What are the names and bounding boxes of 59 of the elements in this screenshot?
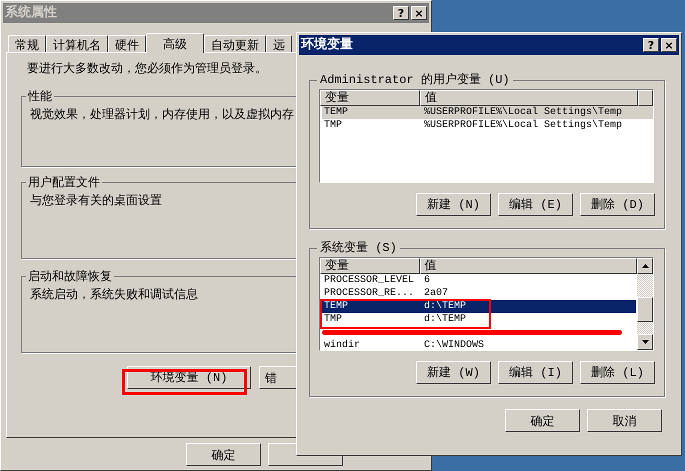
ok-button[interactable]: 确定 [505,409,580,432]
scroll-up-icon[interactable] [637,258,653,274]
admin-notice: 要进行大多数改动，您必须作为管理员登录。 [27,60,268,77]
tab[interactable]: 自动更新 [204,35,266,52]
button[interactable]: 新建 (N) [416,193,491,216]
tab[interactable]: 远 [266,35,292,52]
button[interactable]: 删除 (L) [580,361,655,384]
column-header[interactable]: 值 [420,90,638,106]
column-header[interactable]: 值 [420,258,637,274]
variable-name: TMP [324,120,342,130]
button[interactable]: 删除 (D) [580,193,655,216]
variable-name: TMP [324,314,342,324]
variable-name: PROCESSOR_LEVEL [324,276,414,286]
group-title: 启动和故障恢复 [27,268,113,285]
cancel-button[interactable]: 取消 [587,409,662,432]
group-title: 系统变量 (S) [319,240,398,257]
variable-row[interactable]: PROCESSOR_RE... 2a07 [322,287,636,300]
variable-row[interactable]: TEMP %USERPROFILE%\Local Settings\Temp [322,106,653,119]
variable-row[interactable]: PROCESSOR_LEVEL 6 [322,274,636,287]
group-title: 性能 [26,88,53,105]
scroll-thumb[interactable] [637,297,653,322]
close-button[interactable]: × [411,6,427,20]
group-description: 视觉效果，处理器计划，内存使用，以及虚拟内存 [30,106,294,123]
window-title: 环境变量 [301,36,353,54]
button[interactable]: 编辑 (I) [498,361,573,384]
variable-value: 2a07 [423,288,448,298]
variable-name: PROCESSOR_RE... [324,288,414,298]
variable-name: TEMP [324,302,348,312]
variable-row[interactable]: TMP %USERPROFILE%\Local Settings\Temp [322,119,653,132]
variable-name: windir [324,340,360,350]
button[interactable]: 新建 (W) [416,361,491,384]
variable-value: 6 [423,276,430,286]
ok-button[interactable]: 确定 [186,443,261,466]
tab[interactable]: 计算机名 [46,35,108,52]
close-button[interactable]: × [661,38,677,52]
help-button[interactable]: ? [643,38,659,52]
group-title: Administrator 的用户变量 (U) [319,72,511,89]
scroll-down-icon[interactable] [637,334,653,350]
tab[interactable]: 高级 [146,33,204,53]
help-button[interactable]: ? [393,6,409,20]
variable-value: %USERPROFILE%\Local Settings\Temp [423,120,622,130]
variable-row[interactable]: TEMP d:\TEMP [322,300,636,313]
variable-row[interactable]: TMP d:\TEMP [322,313,636,326]
column-header[interactable]: 变量 [320,258,420,274]
group-description: 系统启动，系统失败和调试信息 [30,286,198,303]
group-title: 用户配置文件 [27,174,101,191]
tab[interactable]: 硬件 [108,35,146,52]
scrollbar[interactable] [637,258,653,350]
variable-value: %USERPROFILE%\Local Settings\Temp [423,108,622,118]
variable-value: d:\TEMP [423,302,466,312]
variable-value: C:\WINDOWS [423,340,484,350]
window-title: 系统属性 [5,4,57,22]
variable-row[interactable]: windir C:\WINDOWS [322,339,636,350]
button[interactable]: 编辑 (E) [498,193,573,216]
tab[interactable]: 常规 [8,35,46,52]
group-description: 与您登录有关的桌面设置 [30,192,162,209]
variable-value: d:\TEMP [423,314,466,324]
variable-name: TEMP [324,108,348,118]
column-header[interactable]: 变量 [320,90,420,106]
